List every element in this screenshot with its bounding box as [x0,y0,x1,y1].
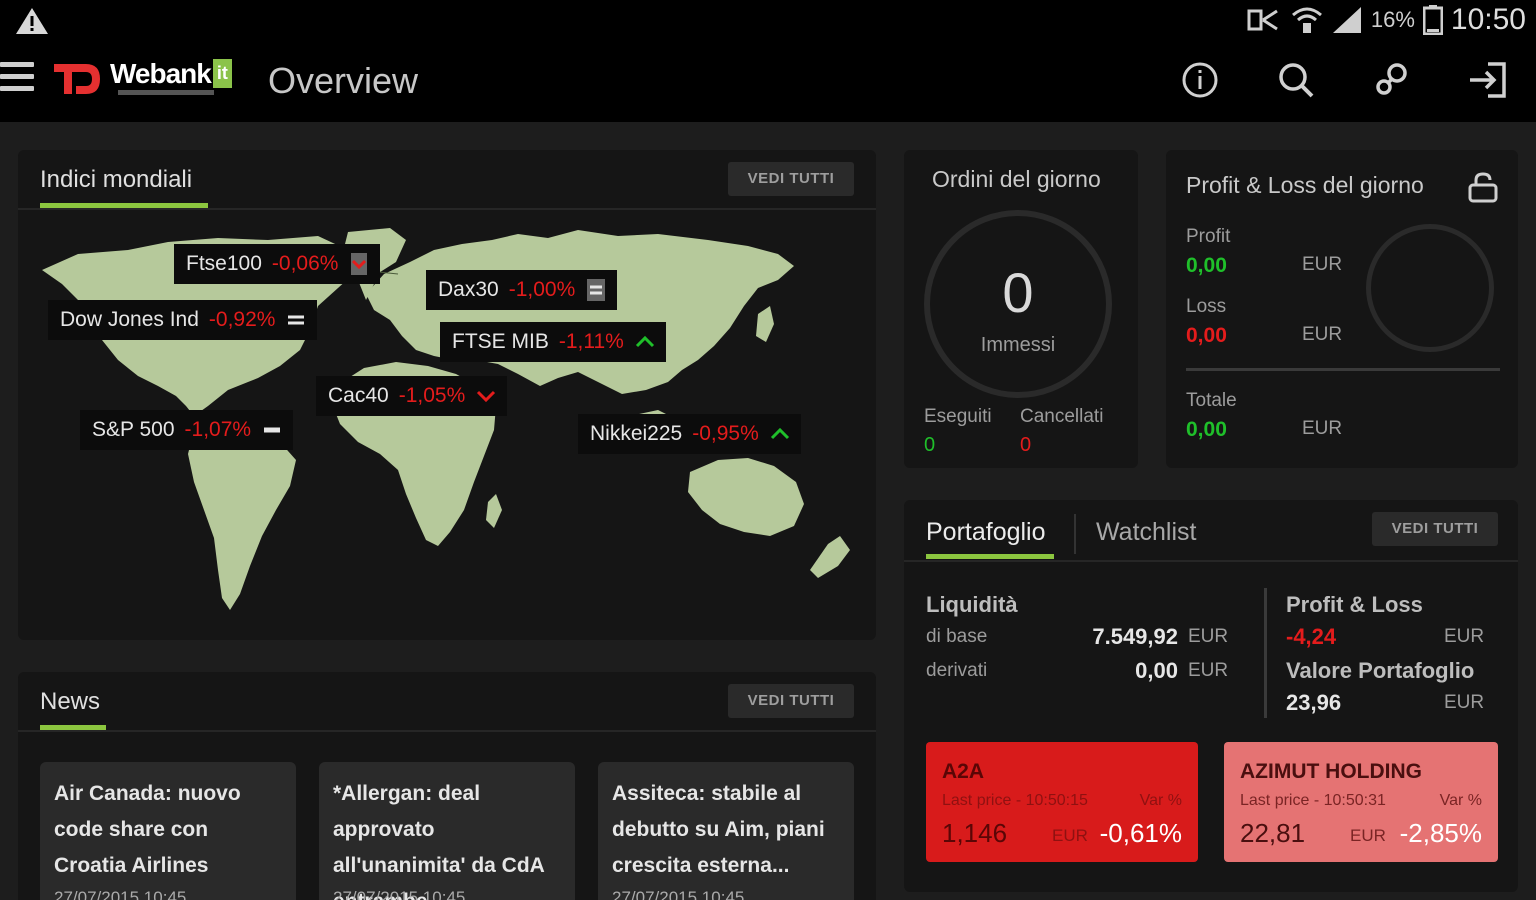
loss-currency: EUR [1302,324,1343,345]
mute-icon [1247,9,1278,31]
news-item-title: Assiteca: stabile al debutto su Aim, pia… [612,782,825,877]
key-icon[interactable] [1370,58,1414,102]
tab-watchlist[interactable]: Watchlist [1096,518,1196,547]
battery-icon [1422,5,1443,35]
orders-title: Ordini del giorno [932,166,1101,192]
index-label-sp500[interactable]: S&P 500 -1,07% [80,410,294,450]
index-label-nikkei225[interactable]: Nikkei225 -0,95% [578,414,801,454]
daily-pnl-title: Profit & Loss del giorno [1186,172,1424,198]
wifi-icon [1291,7,1322,33]
portfolio-pnl-currency: EUR [1444,626,1485,647]
portfolio-see-all-button[interactable]: VEDI TUTTI [1372,512,1498,546]
total-value: 0,00 [1186,418,1227,441]
portfolio-value-currency: EUR [1444,692,1485,713]
trend-up-icon [635,335,654,348]
search-icon[interactable] [1274,58,1318,102]
portfolio-value-title: Valore Portafoglio [1286,658,1475,683]
news-item[interactable]: Assiteca: stabile al debutto su Aim, pia… [598,762,854,900]
info-icon[interactable] [1178,58,1222,102]
news-title: News [40,688,101,715]
profit-value: 0,00 [1186,254,1227,277]
orders-card: Ordini del giorno 0 Immessi Eseguiti 0 C… [904,150,1138,468]
orders-count: 0 [1002,261,1034,324]
pnl-ring [1366,224,1494,352]
logo-mark [54,64,100,94]
base-currency: EUR [1188,626,1229,647]
profit-label: Profit [1186,226,1231,247]
trend-down-box-icon [351,253,368,275]
news-item[interactable]: *Allergan: deal approvato all'unanimita'… [319,762,575,900]
index-label-ftse-mib[interactable]: FTSE MIB -1,11% [440,322,666,362]
logo-tagline [118,90,214,95]
executed-value: 0 [924,434,936,456]
logo[interactable]: Webank it [110,58,232,90]
trend-flat-icon [264,427,281,433]
cancelled-label: Cancellati [1020,406,1104,427]
lock-icon[interactable] [1466,170,1500,204]
derivatives-value: 0,00 [1135,658,1178,683]
index-label-dax30[interactable]: Dax30 -1,00% [426,270,618,310]
pnl-divider [1186,368,1500,371]
news-item-date: 27/07/2015 10:45 [54,888,187,900]
page-title: Overview [268,60,419,101]
loss-label: Loss [1186,296,1227,317]
signal-icon [1332,7,1361,33]
index-label-cac40[interactable]: Cac40 -1,05% [316,376,508,416]
warning-icon [16,8,48,34]
app-bar: Webank it Overview [0,40,1536,122]
base-label: di base [926,626,988,647]
total-currency: EUR [1302,418,1343,439]
profit-currency: EUR [1302,254,1343,275]
tab-portafoglio[interactable]: Portafoglio [926,518,1046,547]
tab-portafoglio-underline [926,554,1054,559]
world-indices-see-all-button[interactable]: VEDI TUTTI [728,162,854,196]
trend-up-icon [770,427,789,440]
trend-flat-box-icon [587,279,606,301]
portfolio-pnl-title: Profit & Loss [1286,592,1423,617]
liquidity-title: Liquidità [926,592,1018,617]
menu-icon[interactable] [0,62,34,96]
trend-flat-icon [288,315,305,325]
news-item-date: 27/07/2015 10:45 [612,888,745,900]
daily-pnl-card: Profit & Loss del giorno Profit 0,00 EUR… [1166,150,1518,468]
portfolio-value: 23,96 [1286,690,1342,715]
orders-count-label: Immessi [980,334,1056,356]
position-tile-a2a[interactable]: A2A Last price - 10:50:15 Var % 1,146 EU… [926,742,1198,862]
news-see-all-button[interactable]: VEDI TUTTI [728,684,854,718]
news-item-title: Air Canada: nuovo code share con Croatia… [54,782,241,877]
base-value: 7.549,92 [1092,624,1178,649]
index-label-dow-jones[interactable]: Dow Jones Ind -0,92% [48,300,318,340]
news-item-title: *Allergan: deal approvato all'unanimita'… [333,782,545,900]
total-label: Totale [1186,390,1237,411]
index-label-ftse100[interactable]: Ftse100 -0,06% [174,244,381,284]
logout-icon[interactable] [1466,58,1510,102]
battery-percent: 16% [1370,7,1415,32]
derivatives-label: derivati [926,660,988,681]
executed-label: Eseguiti [924,406,992,427]
trend-down-icon [477,390,496,403]
status-bar: 16% 10:50 [0,0,1536,40]
derivatives-currency: EUR [1188,660,1229,681]
clock: 10:50 [1450,3,1526,36]
cancelled-value: 0 [1020,434,1032,456]
news-item-date: 27/07/2015 10:45 [333,888,466,900]
world-indices-title: Indici mondiali [40,166,193,193]
loss-value: 0,00 [1186,324,1227,347]
portfolio-pnl-value: -4,24 [1286,624,1337,649]
news-item[interactable]: Air Canada: nuovo code share con Croatia… [40,762,296,900]
position-tile-azimut[interactable]: AZIMUT HOLDING Last price - 10:50:31 Var… [1224,742,1498,862]
